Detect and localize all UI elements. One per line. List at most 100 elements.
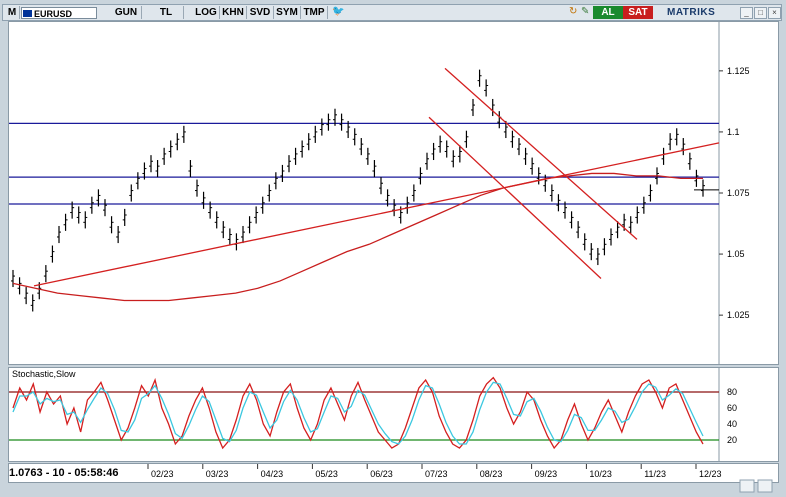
price-readout: 1.0763 - 10 - 05:58:46	[9, 467, 119, 479]
price-bar	[582, 233, 587, 251]
price-bar	[523, 147, 528, 165]
y-tick-label: 1.075	[727, 188, 750, 198]
price-bar	[609, 228, 613, 246]
price-bar	[313, 125, 318, 143]
price-bar	[50, 245, 55, 263]
price-bar	[392, 199, 397, 217]
twitter-icon[interactable]: 🐦	[332, 7, 344, 17]
app-window: M EURUSD GUN TL LOG KHN SVD SYM TMP 🐦 ↻ …	[0, 0, 786, 497]
y-tick-label: 1.125	[727, 66, 750, 76]
eu-flag-icon	[23, 10, 32, 17]
price-bar	[306, 133, 311, 151]
y-tick-label: 1.1	[727, 127, 740, 137]
price-bar	[510, 130, 515, 148]
svd-button[interactable]: SVD	[247, 6, 274, 19]
price-bar	[254, 206, 259, 224]
x-tick-label: 08/23	[480, 469, 503, 479]
price-bar	[536, 167, 541, 185]
price-bar	[63, 213, 68, 231]
chart-toolbar: M EURUSD GUN TL LOG KHN SVD SYM TMP 🐦 ↻ …	[2, 4, 782, 21]
price-bar	[326, 113, 331, 131]
currency-tl-button[interactable]: TL	[149, 6, 184, 19]
x-tick-label: 02/23	[151, 469, 174, 479]
stochastic-panel[interactable]: 80 60 40 20	[8, 367, 779, 462]
x-tick-label: 09/23	[535, 469, 558, 479]
price-bar	[438, 135, 443, 153]
price-bar	[122, 208, 127, 226]
khn-button[interactable]: KHN	[220, 6, 247, 19]
price-bar	[339, 113, 344, 131]
price-bar	[293, 147, 298, 165]
price-bar	[188, 160, 193, 178]
price-bar	[668, 133, 673, 151]
price-bar	[681, 138, 686, 156]
price-bar	[214, 211, 219, 229]
price-bar	[17, 277, 22, 295]
price-bar	[484, 79, 489, 97]
price-bar	[556, 194, 561, 212]
price-bar	[411, 184, 416, 202]
stoch-tick-label: 80	[727, 387, 737, 397]
price-bar	[168, 140, 173, 158]
price-bar	[365, 147, 370, 165]
price-bar	[431, 142, 436, 161]
price-bar	[490, 98, 495, 117]
m-button[interactable]: M	[5, 6, 20, 19]
price-bar	[674, 128, 679, 146]
price-chart: 1.125 1.1 1.075 1.05 1.025	[9, 22, 750, 364]
x-tick-label: 07/23	[425, 469, 448, 479]
price-bar	[477, 69, 482, 87]
price-bar	[648, 184, 653, 202]
price-bar	[11, 269, 15, 288]
price-bar	[549, 184, 554, 202]
price-bar	[701, 179, 705, 197]
price-bar	[135, 172, 140, 190]
brand-logo: MATRIKS	[667, 7, 716, 18]
price-bar	[149, 155, 153, 173]
symbol-field[interactable]: EURUSD	[21, 7, 97, 19]
price-bar	[181, 125, 186, 143]
stoch-tick-label: 60	[727, 403, 737, 413]
period-day-button[interactable]: GUN	[111, 6, 142, 19]
price-bar	[57, 225, 61, 244]
price-bar	[530, 157, 535, 175]
price-bar	[103, 199, 107, 217]
refresh-icon[interactable]: ↻	[569, 6, 577, 17]
price-bar	[635, 206, 640, 224]
tmp-button[interactable]: TMP	[301, 6, 328, 19]
price-bar	[569, 211, 574, 229]
price-bar	[247, 216, 252, 234]
price-bar	[109, 216, 114, 234]
price-bar	[319, 118, 324, 136]
x-tick-label: 05/23	[315, 469, 338, 479]
price-bar	[201, 191, 206, 209]
edit-icon[interactable]: ✎	[581, 6, 589, 17]
price-bar	[379, 177, 383, 195]
price-bar	[602, 238, 607, 256]
settings-button-icon	[757, 479, 773, 493]
minimize-icon[interactable]: _	[740, 7, 753, 19]
log-button[interactable]: LOG	[193, 6, 220, 19]
price-bar	[195, 179, 199, 197]
x-tick-label: 03/23	[206, 469, 229, 479]
price-bar	[76, 206, 81, 224]
close-icon[interactable]: ×	[768, 7, 781, 19]
stoch-k-line	[12, 376, 704, 450]
price-bar	[241, 225, 245, 244]
price-bar	[267, 184, 272, 202]
x-tick-label: 11/23	[644, 469, 666, 479]
sell-button[interactable]: SAT	[623, 6, 653, 19]
buy-button[interactable]: AL	[593, 6, 623, 19]
price-bar	[89, 196, 94, 214]
price-chart-panel[interactable]: 1.125 1.1 1.075 1.05 1.025	[8, 21, 779, 365]
price-bar	[273, 172, 278, 190]
time-axis: 02/23 03/23 04/23 05/23 06/23 07/23 08/23 09/23…	[147, 464, 722, 479]
price-bar	[471, 98, 475, 117]
maximize-icon[interactable]: □	[754, 7, 767, 19]
time-axis-panel: 02/23 03/23 04/23 05/23 06/23 07/23 08/23 09/23…	[8, 463, 779, 483]
trend-line-rising	[33, 142, 720, 287]
symbol-text: EURUSD	[34, 9, 73, 19]
price-bar	[24, 287, 29, 305]
price-bar	[129, 184, 134, 202]
sym-button[interactable]: SYM	[274, 6, 301, 19]
